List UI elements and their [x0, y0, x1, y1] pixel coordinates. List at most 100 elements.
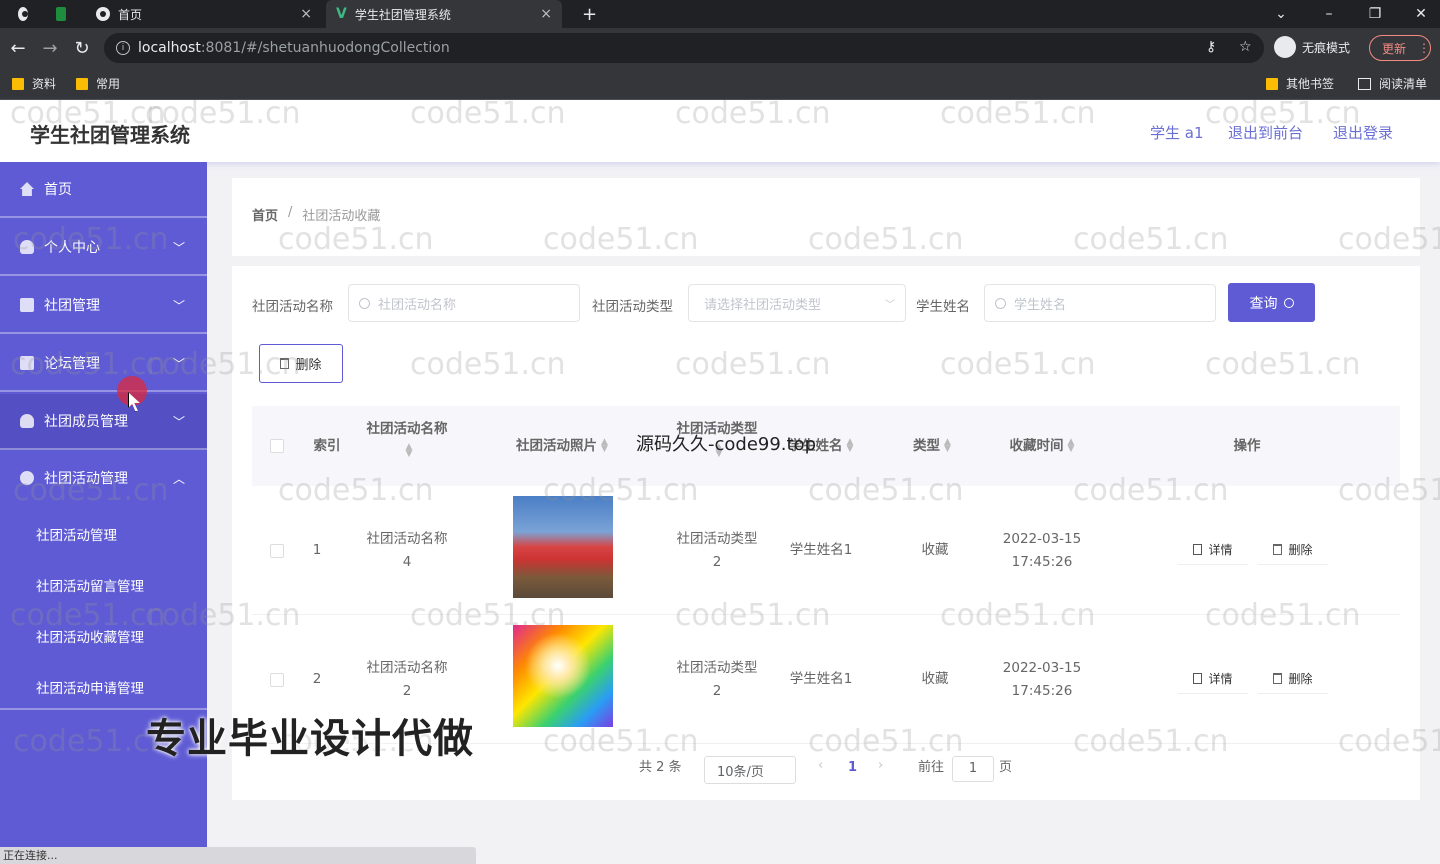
row-delete-button[interactable]: 删除 [1258, 535, 1328, 565]
back-to-front-link[interactable]: 退出到前台 [1228, 122, 1303, 143]
cell-activity-type: 社团活动类型 2 [667, 657, 767, 703]
incognito-indicator[interactable]: 无痕模式 [1274, 36, 1350, 58]
sidebar-subitem-applications[interactable]: 社团活动申请管理 [36, 677, 144, 697]
header-kind-text: 类型 [913, 438, 941, 454]
select-all-checkbox[interactable] [270, 439, 284, 453]
close-icon[interactable]: × [300, 6, 312, 22]
activity-type-placeholder: 请选择社团活动类型 [704, 297, 822, 313]
detail-button[interactable]: 详情 [1178, 664, 1248, 694]
activity-name-input[interactable]: 社团活动名称 [348, 284, 580, 322]
header-collect-time[interactable]: 收藏时间 ▲ ▼ [992, 435, 1092, 457]
document-icon [1193, 673, 1203, 684]
sidebar-item-forum[interactable]: 论坛管理 ﹀ [0, 336, 207, 392]
activity-type-select[interactable]: 请选择社团活动类型 ﹀ [688, 284, 906, 322]
activity-photo[interactable] [513, 496, 613, 598]
sidebar-item-activities[interactable]: 社团活动管理 ︿ [0, 450, 207, 506]
row-checkbox[interactable] [270, 673, 284, 687]
breadcrumb-home[interactable]: 首页 [252, 205, 278, 224]
goto-label: 前往 [918, 760, 945, 775]
activity-photo[interactable] [513, 625, 613, 727]
other-bookmarks[interactable]: 其他书签 [1266, 75, 1334, 92]
url-field[interactable]: i localhost:8081/#/shetuanhuodongCollect… [104, 33, 1264, 63]
sidebar-item-profile[interactable]: 个人中心 ﹀ [0, 220, 207, 276]
bookmark-folder[interactable]: 常用 [76, 75, 120, 92]
logout-link[interactable]: 退出登录 [1333, 122, 1393, 143]
row-delete-label: 删除 [1288, 543, 1313, 557]
sidebar-item-members[interactable]: 社团成员管理 ﹀ [0, 394, 207, 450]
detail-button[interactable]: 详情 [1178, 535, 1248, 565]
page-number[interactable]: 1 [848, 760, 857, 775]
close-icon[interactable]: × [540, 6, 552, 22]
cell-activity-type-line1: 社团活动类型 [676, 531, 758, 547]
sort-icon[interactable]: ▲ ▼ [847, 438, 854, 454]
tab-search-icon[interactable]: ⌄ [1258, 0, 1304, 28]
sidebar-subitem-collections[interactable]: 社团活动收藏管理 [36, 626, 144, 646]
batch-delete-button[interactable]: 删除 [259, 344, 343, 383]
search-icon [995, 297, 1006, 309]
cell-activity-type-line2: 2 [712, 683, 722, 699]
reload-icon[interactable]: ↻ [70, 36, 94, 60]
reading-list[interactable]: 阅读清单 [1358, 75, 1427, 92]
next-page-icon[interactable]: › [878, 758, 883, 773]
detail-label: 详情 [1208, 672, 1233, 686]
app-header: 学生社团管理系统 学生 a1 退出到前台 退出登录 [0, 100, 1440, 162]
restore-icon[interactable]: ❐ [1352, 0, 1398, 28]
chevron-down-icon: ﹀ [172, 298, 185, 313]
browser-tab-home[interactable]: 首页 × [86, 0, 322, 28]
cell-time: 17:45:26 [1011, 683, 1073, 699]
sidebar-subitem-activity[interactable]: 社团活动管理 [36, 524, 117, 544]
star-icon[interactable]: ☆ [1239, 39, 1252, 55]
header-kind[interactable]: 类型 ▲ ▼ [892, 435, 972, 457]
tab-title: 学生社团管理系统 [354, 7, 451, 22]
sidebar-item-label: 社团管理 [44, 298, 100, 314]
forward-icon[interactable]: → [38, 36, 62, 60]
minimize-icon[interactable]: – [1306, 0, 1352, 28]
new-tab-button[interactable]: + [572, 0, 602, 28]
student-name-placeholder: 学生姓名 [1014, 297, 1067, 313]
prev-page-icon[interactable]: ‹ [818, 758, 823, 773]
chevron-down-icon: ﹀ [885, 299, 895, 311]
tab-title: 首页 [118, 7, 143, 22]
bookmark-folder[interactable]: 资料 [12, 75, 56, 92]
back-icon[interactable]: ← [6, 36, 30, 60]
sort-icon[interactable]: ▲ ▼ [944, 438, 951, 454]
header-activity-name[interactable]: 社团活动名称 ▲ ▼ [357, 418, 457, 462]
page-size-select[interactable]: 10条/页 [704, 756, 796, 784]
header-collect-time-text: 收藏时间 [1009, 438, 1064, 454]
browser-tab-pinned[interactable] [8, 0, 38, 28]
browser-tab-active[interactable]: V 学生社团管理系统 × [326, 0, 562, 28]
sort-icon[interactable]: ▲ ▼ [406, 443, 413, 459]
page-size-value: 10条/页 [717, 764, 764, 780]
info-icon[interactable]: i [116, 41, 130, 55]
sidebar-item-label: 社团活动管理 [44, 471, 128, 487]
url-host: localhost [138, 40, 201, 56]
browser-status-bar: 正在连接... [0, 847, 476, 864]
sidebar-item-home[interactable]: 首页 [0, 162, 207, 218]
pagination-total: 共 2 条 [639, 760, 682, 775]
cell-activity-name: 社团活动名称 2 [357, 657, 457, 703]
browser-tab-sheet[interactable] [46, 0, 76, 28]
row-delete-button[interactable]: 删除 [1258, 664, 1328, 694]
update-button[interactable]: 更新 ⋮ [1369, 35, 1431, 61]
sidebar-item-label: 个人中心 [44, 240, 100, 256]
breadcrumb: 首页 / 社团活动收藏 [252, 205, 380, 224]
trash-icon [1273, 544, 1283, 555]
sheet-icon [56, 7, 66, 21]
trash-icon [1273, 673, 1283, 684]
sidebar-subitem-messages[interactable]: 社团活动留言管理 [36, 575, 144, 595]
key-icon[interactable]: ⚷ [1206, 39, 1216, 55]
goto-page-input[interactable]: 1 [952, 756, 994, 782]
sidebar-item-clubs[interactable]: 社团管理 ﹀ [0, 278, 207, 334]
cell-index: 1 [312, 542, 322, 558]
header-activity-photo[interactable]: 社团活动照片 ▲ ▼ [502, 435, 622, 457]
query-button[interactable]: 查询 [1228, 283, 1315, 322]
cell-activity-name-line1: 社团活动名称 [366, 660, 448, 676]
student-name-input[interactable]: 学生姓名 [984, 284, 1216, 322]
sort-icon[interactable]: ▲ ▼ [601, 438, 608, 454]
cell-activity-name-line2: 4 [402, 554, 412, 570]
window-close-icon[interactable]: ✕ [1398, 0, 1440, 28]
sort-icon[interactable]: ▲ ▼ [1068, 438, 1075, 454]
current-user: 学生 a1 [1150, 124, 1204, 142]
row-checkbox[interactable] [270, 544, 284, 558]
batch-delete-label: 删除 [295, 357, 322, 372]
